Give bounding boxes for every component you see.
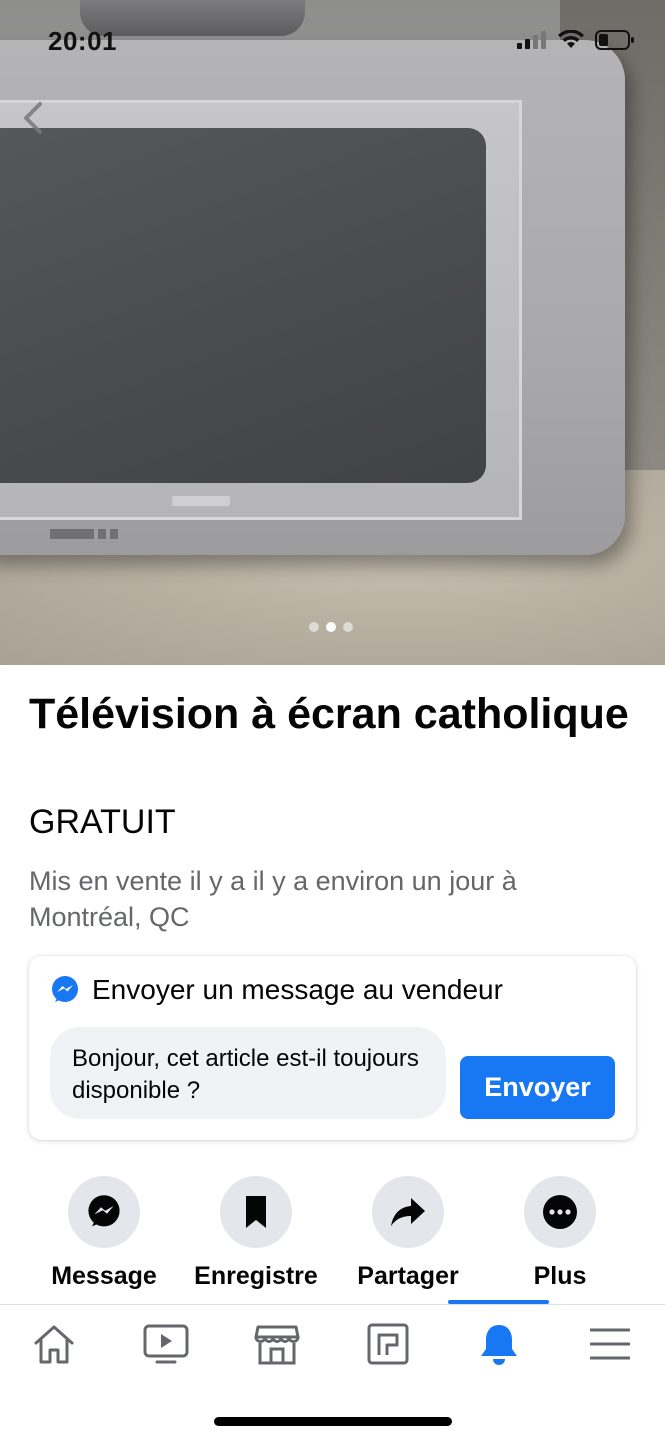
home-indicator[interactable] <box>214 1417 452 1426</box>
tab-marketplace[interactable] <box>247 1319 307 1369</box>
send-button[interactable]: Envoyer <box>460 1056 615 1119</box>
action-row: Message Enregistre Partager Plus <box>0 1176 665 1296</box>
message-card-title: Envoyer un message au vendeur <box>92 974 503 1005</box>
share-action-circle <box>372 1176 444 1248</box>
feeds-icon <box>367 1323 409 1365</box>
messenger-icon <box>88 1195 120 1227</box>
share-icon <box>391 1198 425 1226</box>
listing-title: Télévision à écran catholique <box>29 690 629 738</box>
tv-screen <box>0 128 486 483</box>
messenger-icon <box>52 976 78 1002</box>
tv-front-panel <box>50 529 128 539</box>
listing-meta: Mis en vente il y a il y a environ un jo… <box>29 866 517 932</box>
marketplace-icon <box>254 1325 300 1365</box>
tab-home[interactable] <box>24 1319 84 1369</box>
status-indicators <box>517 30 635 50</box>
tab-menu[interactable] <box>580 1319 640 1369</box>
message-seller-card: Envoyer un message au vendeur Bonjour, c… <box>29 956 636 1140</box>
message-input[interactable]: Bonjour, cet article est-il toujours dis… <box>50 1027 446 1119</box>
page-dot-active <box>326 622 336 632</box>
cellular-signal-icon <box>517 31 546 49</box>
listing-price: GRATUIT <box>29 803 176 841</box>
more-action-label: Plus <box>533 1262 587 1290</box>
share-action-label: Partager <box>357 1262 459 1290</box>
photo-page-indicator[interactable] <box>309 622 353 632</box>
share-action-button[interactable]: Partager <box>333 1176 483 1291</box>
page-dot <box>309 622 319 632</box>
status-time: 20:01 <box>48 26 117 56</box>
home-icon <box>34 1325 74 1364</box>
wifi-icon <box>558 30 584 48</box>
tab-video[interactable] <box>136 1319 196 1369</box>
message-action-circle <box>68 1176 140 1248</box>
save-action-button[interactable]: Enregistre <box>181 1176 331 1291</box>
tv-brand-logo <box>172 496 230 506</box>
more-icon <box>543 1195 577 1229</box>
save-action-circle <box>220 1176 292 1248</box>
tab-notifications[interactable] <box>469 1319 529 1369</box>
back-chevron-icon[interactable] <box>16 98 50 138</box>
menu-icon <box>590 1328 630 1360</box>
listing-photo[interactable]: 20:01 <box>0 0 665 665</box>
message-card-header: Envoyer un message au vendeur <box>50 974 503 1006</box>
page-dot <box>343 622 353 632</box>
bookmark-icon <box>246 1196 266 1228</box>
save-action-label: Enregistre <box>194 1262 318 1290</box>
tab-feeds[interactable] <box>358 1319 418 1369</box>
message-action-button[interactable]: Message <box>29 1176 179 1291</box>
message-action-label: Message <box>51 1262 157 1290</box>
video-icon <box>143 1324 189 1364</box>
more-action-button[interactable]: Plus <box>485 1176 635 1291</box>
notifications-icon <box>481 1325 517 1365</box>
more-action-circle <box>524 1176 596 1248</box>
battery-icon <box>595 30 634 50</box>
